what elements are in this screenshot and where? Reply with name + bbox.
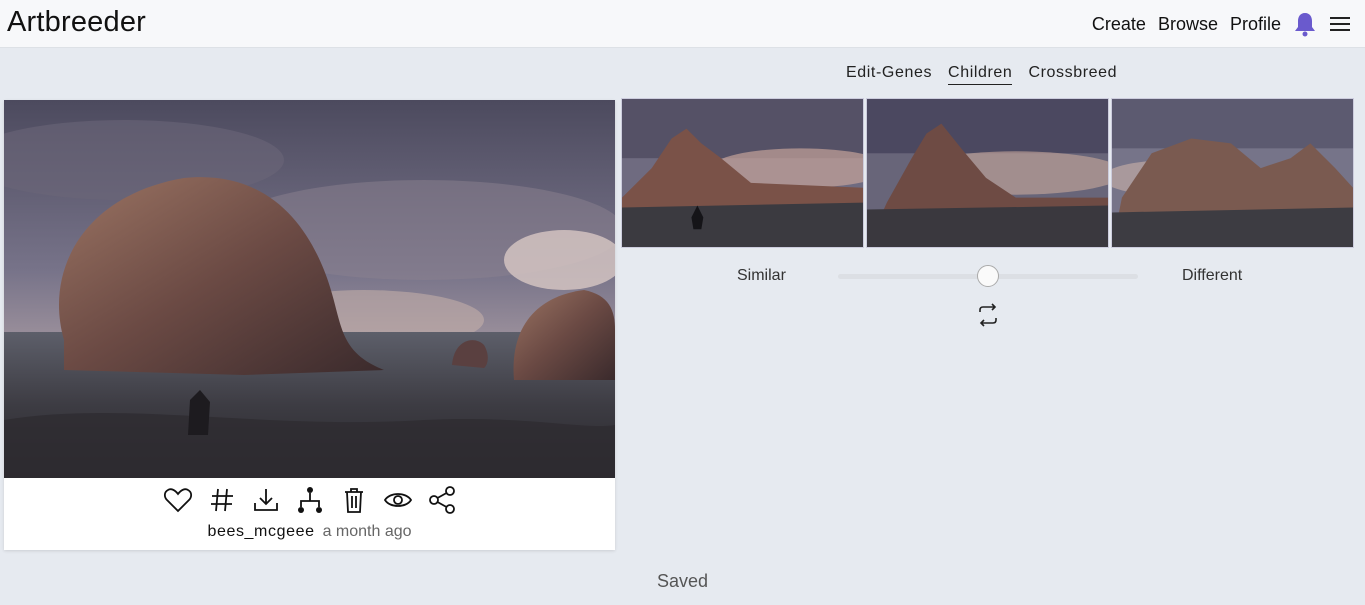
child-image-3[interactable]: [1111, 98, 1354, 248]
eye-icon[interactable]: [383, 485, 413, 515]
child-image-1[interactable]: [621, 98, 864, 248]
username-link[interactable]: bees_mcgeee: [207, 523, 314, 540]
bell-icon[interactable]: [1293, 11, 1317, 37]
main-landscape-image[interactable]: [4, 100, 615, 478]
hashtag-icon[interactable]: [207, 485, 237, 515]
top-bar: Artbreeder Create Browse Profile: [0, 0, 1365, 48]
different-label: Different: [1182, 267, 1243, 284]
save-status: Saved: [656, 571, 709, 591]
tab-edit-genes[interactable]: Edit-Genes: [846, 64, 932, 85]
nav-browse[interactable]: Browse: [1158, 14, 1218, 35]
share-icon[interactable]: [427, 485, 457, 515]
tab-children[interactable]: Children: [948, 64, 1013, 85]
similar-label: Similar: [737, 267, 786, 284]
family-tree-icon[interactable]: [295, 485, 325, 515]
variation-slider-row: Similar Different: [621, 264, 1355, 288]
heart-icon[interactable]: [163, 485, 193, 515]
variation-slider-thumb[interactable]: [977, 265, 999, 287]
child-image-2[interactable]: [866, 98, 1109, 248]
trash-icon[interactable]: [339, 485, 369, 515]
image-card: bees_mcgeee a month ago: [4, 100, 615, 550]
tab-crossbreed[interactable]: Crossbreed: [1028, 64, 1117, 85]
nav-create[interactable]: Create: [1092, 14, 1146, 35]
mode-tabs: Edit-Genes Children Crossbreed: [846, 64, 1133, 85]
nav-profile[interactable]: Profile: [1230, 14, 1281, 35]
variation-slider-track[interactable]: [838, 265, 1138, 287]
hamburger-menu-icon[interactable]: [1329, 14, 1351, 34]
timestamp: a month ago: [322, 523, 412, 540]
logo[interactable]: Artbreeder: [7, 6, 146, 39]
action-bar: [4, 485, 615, 515]
child-landscape-image: [867, 99, 1108, 247]
image-meta: bees_mcgeee a month ago: [4, 523, 615, 541]
child-landscape-image: [622, 99, 863, 247]
regenerate-icon[interactable]: [975, 302, 1001, 328]
download-icon[interactable]: [251, 485, 281, 515]
child-landscape-image: [1112, 99, 1353, 247]
top-nav: Create Browse Profile: [1080, 0, 1351, 48]
